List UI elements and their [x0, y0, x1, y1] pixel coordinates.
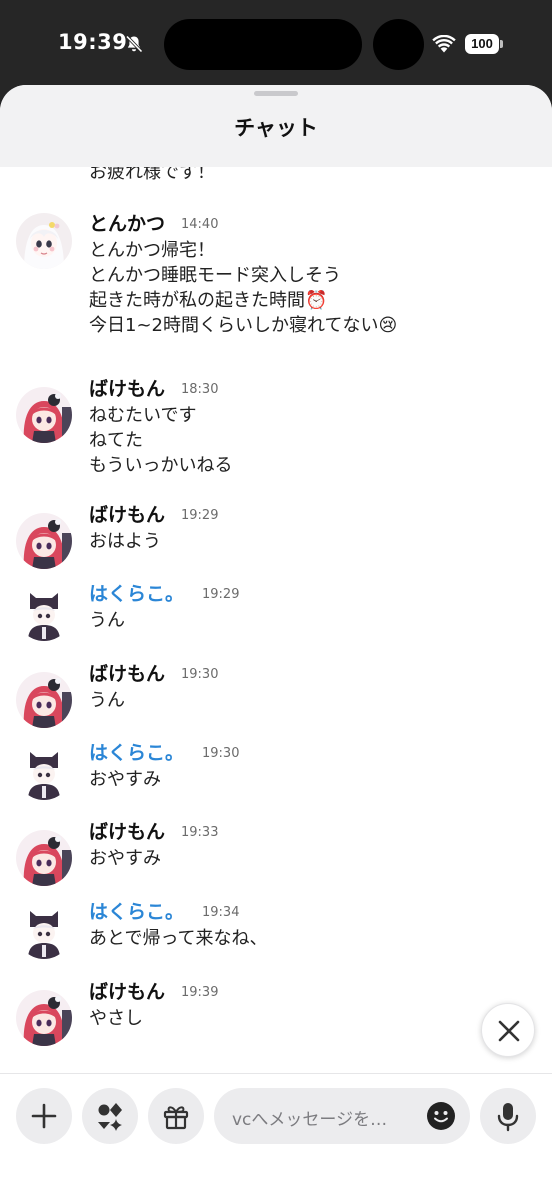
gift-button[interactable]: [148, 1088, 204, 1144]
dynamic-island: [164, 19, 362, 70]
close-button[interactable]: [481, 1003, 535, 1057]
sender-name[interactable]: ばけもん: [89, 502, 165, 528]
message-time: 14:40: [181, 217, 219, 232]
sender-name[interactable]: はくらこ。: [89, 740, 184, 766]
apps-icon: [98, 1103, 122, 1131]
close-icon: [498, 1020, 520, 1042]
composer-bar: vcへメッセージを…: [0, 1073, 552, 1200]
sheet-header: チャット: [0, 85, 552, 167]
message-body: やさし: [89, 1006, 143, 1031]
message-list[interactable]: お疲れ様です！ とんかつ 14:40 とんかつ帰宅！ とんかつ睡眠モード突入しそ…: [0, 167, 552, 1073]
message-line: とんかつ帰宅！: [89, 240, 215, 261]
avatar-hakurako-image: [16, 585, 72, 641]
previous-message-text: お疲れ様です！: [89, 167, 215, 183]
avatar-hakurako-image: [16, 744, 72, 800]
message-line: うん: [89, 690, 125, 711]
sender-name[interactable]: ばけもん: [89, 819, 165, 845]
message-time: 19:29: [202, 587, 240, 602]
message-body: ねむたいです ねてた もういっかいねる: [89, 403, 232, 478]
sheet-grabber[interactable]: [254, 91, 298, 96]
message-time: 19:39: [181, 985, 219, 1000]
message-line: 今日1~2時間くらいしか寝れてない😢: [89, 315, 398, 336]
sender-name[interactable]: ばけもん: [89, 661, 165, 687]
plus-icon: [31, 1103, 57, 1129]
message-time: 19:34: [202, 905, 240, 920]
message-line: ねむたいです: [89, 405, 197, 426]
message-body: おやすみ: [89, 846, 161, 871]
message-body: うん: [89, 688, 125, 713]
message-line: とんかつ睡眠モード突入しそう: [89, 265, 341, 286]
emoji-icon: [427, 1102, 455, 1130]
add-button[interactable]: [16, 1088, 72, 1144]
front-camera: [373, 19, 424, 70]
message-time: 19:30: [202, 746, 240, 761]
message-body: あとで帰って来なね、: [89, 926, 268, 951]
avatar[interactable]: [16, 903, 72, 959]
wifi-icon: [432, 35, 456, 53]
battery-indicator: 100: [465, 34, 503, 54]
message-body: おやすみ: [89, 767, 161, 792]
status-time: 19:39: [58, 30, 128, 54]
avatar[interactable]: [16, 585, 72, 641]
chat-sheet: チャット お疲れ様です！ とんかつ 14:40 とんかつ帰宅！ とんかつ睡眠モー…: [0, 85, 552, 1200]
avatar[interactable]: [16, 830, 72, 886]
message-input[interactable]: vcへメッセージを…: [214, 1088, 470, 1144]
microphone-icon: [497, 1103, 519, 1132]
message-body: とんかつ帰宅！ とんかつ睡眠モード突入しそう 起きた時が私の起きた時間⏰ 今日1…: [89, 238, 397, 338]
message-time: 19:29: [181, 508, 219, 523]
sender-name[interactable]: ばけもん: [89, 376, 165, 402]
battery-cap: [500, 40, 503, 48]
message-input-placeholder: vcへメッセージを…: [232, 1110, 388, 1130]
sender-name[interactable]: はくらこ。: [89, 899, 184, 925]
message-line: おやすみ: [89, 769, 161, 790]
battery-level: 100: [465, 34, 499, 54]
message-time: 18:30: [181, 382, 219, 397]
avatar-bakemon-image: [16, 387, 72, 443]
avatar-bakemon-image: [16, 672, 72, 728]
avatar-hakurako-image: [16, 903, 72, 959]
sender-name[interactable]: ばけもん: [89, 979, 165, 1005]
avatar[interactable]: [16, 387, 72, 443]
avatar[interactable]: [16, 213, 72, 269]
avatar-tonkatsu-image: [16, 213, 72, 269]
avatar-bakemon-image: [16, 513, 72, 569]
avatar[interactable]: [16, 744, 72, 800]
message-line: おはよう: [89, 531, 161, 552]
message-line: やさし: [89, 1008, 143, 1029]
message-line: もういっかいねる: [89, 455, 233, 476]
avatar-bakemon-image: [16, 990, 72, 1046]
message-line: うん: [89, 610, 125, 631]
message-body: うん: [89, 608, 125, 633]
voice-button[interactable]: [480, 1088, 536, 1144]
message-line: あとで帰って来なね、: [89, 928, 268, 949]
message-time: 19:30: [181, 667, 219, 682]
page-title: チャット: [234, 116, 318, 140]
apps-button[interactable]: [82, 1088, 138, 1144]
gift-icon: [163, 1106, 189, 1130]
bell-slash-icon: [125, 35, 143, 53]
message-line: おやすみ: [89, 848, 161, 869]
emoji-button[interactable]: [426, 1101, 456, 1131]
avatar[interactable]: [16, 672, 72, 728]
sender-name[interactable]: はくらこ。: [89, 581, 184, 607]
avatar[interactable]: [16, 513, 72, 569]
avatar-bakemon-image: [16, 830, 72, 886]
avatar[interactable]: [16, 990, 72, 1046]
message-body: おはよう: [89, 529, 161, 554]
status-bar: 19:39 100: [0, 0, 552, 92]
message-time: 19:33: [181, 825, 219, 840]
message-line: ねてた: [89, 430, 143, 451]
sender-name[interactable]: とんかつ: [89, 211, 165, 237]
message-line: 起きた時が私の起きた時間⏰: [89, 290, 328, 311]
